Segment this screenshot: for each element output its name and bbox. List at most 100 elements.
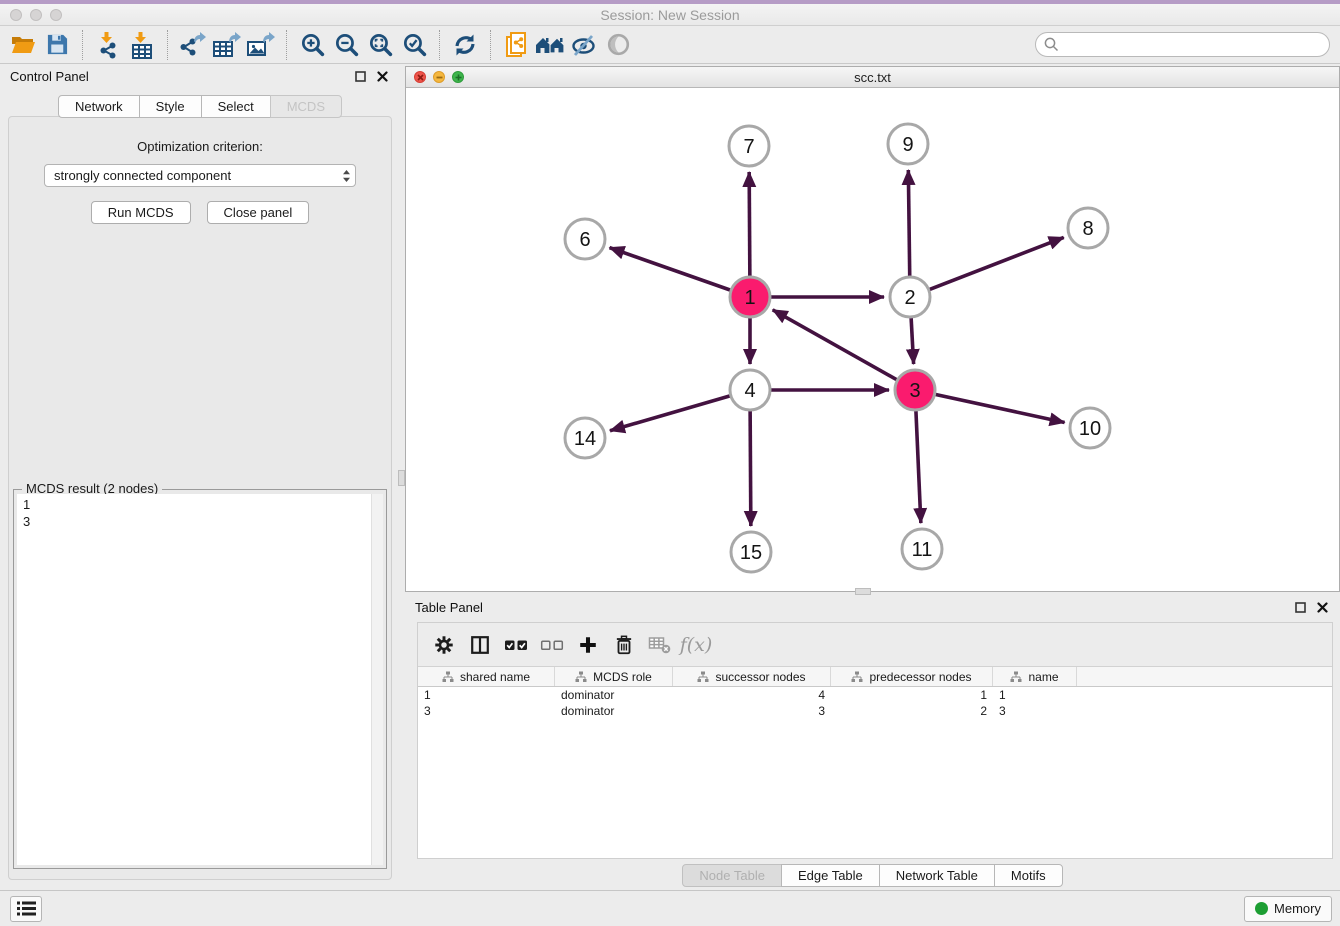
tab-network[interactable]: Network	[58, 95, 140, 118]
save-session-icon[interactable]	[40, 29, 74, 61]
node-3[interactable]: 3	[895, 370, 935, 410]
table-close-panel-icon[interactable]	[1314, 599, 1330, 615]
toggle-column-display-icon[interactable]	[464, 629, 496, 661]
clone-network-icon[interactable]	[499, 29, 533, 61]
column-header-predecessor-nodes[interactable]: predecessor nodes	[831, 667, 993, 686]
table-float-panel-icon[interactable]	[1292, 599, 1308, 615]
network-view-window: scc.txt 1 2 3 4 6 7 8 9 10 11 14 15	[405, 66, 1340, 592]
add-row-icon[interactable]	[572, 629, 604, 661]
close-panel-button[interactable]: Close panel	[207, 201, 310, 224]
tab-mcds[interactable]: MCDS	[270, 95, 342, 118]
export-table-icon[interactable]	[210, 29, 244, 61]
select-spinner-icon	[342, 169, 351, 183]
result-scrollbar[interactable]	[371, 494, 383, 865]
table-settings-gear-icon[interactable]	[428, 629, 460, 661]
control-panel-title: Control Panel	[10, 69, 89, 84]
zoom-in-icon[interactable]	[295, 29, 329, 61]
network-close-icon[interactable]	[414, 71, 426, 83]
mcds-result-text[interactable]: 1 3	[17, 494, 383, 865]
deselect-all-check-icon[interactable]	[536, 629, 568, 661]
show-all-icon[interactable]	[601, 29, 635, 61]
edge-3-11[interactable]	[916, 410, 921, 523]
edge-1-6[interactable]	[610, 248, 732, 291]
tab-motifs[interactable]: Motifs	[994, 864, 1063, 887]
zoom-fit-icon[interactable]	[363, 29, 397, 61]
hide-selected-icon[interactable]	[567, 29, 601, 61]
table-cell[interactable]: 1	[993, 687, 1077, 703]
network-view-titlebar[interactable]: scc.txt	[406, 67, 1339, 88]
node-7[interactable]: 7	[729, 126, 769, 166]
edge-3-1[interactable]	[773, 310, 898, 380]
traffic-lights[interactable]	[10, 9, 62, 21]
node-9[interactable]: 9	[888, 124, 928, 164]
column-header-name[interactable]: name	[993, 667, 1077, 686]
node-15[interactable]: 15	[731, 532, 771, 572]
table-cell[interactable]: dominator	[555, 687, 673, 703]
network-maximize-icon[interactable]	[452, 71, 464, 83]
tab-edge-table[interactable]: Edge Table	[781, 864, 880, 887]
node-1[interactable]: 1	[730, 277, 770, 317]
network-canvas[interactable]: 1 2 3 4 6 7 8 9 10 11 14 15	[406, 88, 1339, 591]
maximize-window-icon[interactable]	[50, 9, 62, 21]
table-cell[interactable]: 3	[418, 703, 555, 719]
table-cell[interactable]: 1	[418, 687, 555, 703]
first-neighbors-icon[interactable]	[533, 29, 567, 61]
edge-2-9[interactable]	[908, 170, 909, 277]
export-network-icon[interactable]	[176, 29, 210, 61]
edge-4-14[interactable]	[610, 396, 731, 431]
function-builder-icon[interactable]: f(x)	[680, 629, 712, 661]
export-image-icon[interactable]	[244, 29, 278, 61]
node-14[interactable]: 14	[565, 418, 605, 458]
close-panel-icon[interactable]	[374, 68, 390, 84]
zoom-selected-icon[interactable]	[397, 29, 431, 61]
node-2[interactable]: 2	[890, 277, 930, 317]
edge-4-15[interactable]	[750, 410, 751, 526]
tab-select[interactable]: Select	[201, 95, 271, 118]
table-cell[interactable]: 4	[673, 687, 831, 703]
memory-button[interactable]: Memory	[1244, 896, 1332, 922]
svg-text:15: 15	[740, 542, 762, 564]
float-panel-icon[interactable]	[352, 68, 368, 84]
tab-node-table[interactable]: Node Table	[682, 864, 782, 887]
show-task-history-button[interactable]	[10, 896, 42, 922]
panel-splitter-vertical[interactable]	[398, 470, 405, 486]
node-4[interactable]: 4	[730, 370, 770, 410]
minimize-window-icon[interactable]	[30, 9, 42, 21]
node-11[interactable]: 11	[902, 529, 942, 569]
import-network-icon[interactable]	[91, 29, 125, 61]
select-all-check-icon[interactable]	[500, 629, 532, 661]
table-panel: Table Panel	[405, 595, 1340, 888]
edge-2-3[interactable]	[911, 317, 914, 364]
table-cell[interactable]: 1	[831, 687, 993, 703]
node-6[interactable]: 6	[565, 219, 605, 259]
close-window-icon[interactable]	[10, 9, 22, 21]
import-table-icon[interactable]	[125, 29, 159, 61]
tab-style[interactable]: Style	[139, 95, 202, 118]
search-input[interactable]	[1063, 35, 1329, 55]
svg-text:2: 2	[904, 287, 915, 309]
mcds-result-groupbox: MCDS result (2 nodes) 1 3	[13, 489, 387, 869]
tab-network-table[interactable]: Network Table	[879, 864, 995, 887]
delete-table-icon[interactable]	[644, 629, 676, 661]
column-header-shared-name[interactable]: shared name	[418, 667, 555, 686]
table-cell[interactable]: dominator	[555, 703, 673, 719]
zoom-out-icon[interactable]	[329, 29, 363, 61]
table-row: 1dominator411	[418, 687, 1332, 703]
table-cell[interactable]: 3	[673, 703, 831, 719]
edge-2-8[interactable]	[929, 237, 1064, 289]
delete-row-trash-icon[interactable]	[608, 629, 640, 661]
panel-splitter-horizontal[interactable]	[855, 588, 871, 595]
edge-1-7[interactable]	[749, 172, 750, 277]
node-10[interactable]: 10	[1070, 408, 1110, 448]
run-mcds-button[interactable]: Run MCDS	[91, 201, 191, 224]
node-8[interactable]: 8	[1068, 208, 1108, 248]
apply-layout-icon[interactable]	[448, 29, 482, 61]
edge-3-10[interactable]	[935, 394, 1065, 422]
column-header-successor-nodes[interactable]: successor nodes	[673, 667, 831, 686]
column-header-MCDS-role[interactable]: MCDS role	[555, 667, 673, 686]
network-minimize-icon[interactable]	[433, 71, 445, 83]
table-cell[interactable]: 3	[993, 703, 1077, 719]
optimization-criterion-select[interactable]: strongly connected component	[44, 164, 356, 187]
open-file-icon[interactable]	[6, 29, 40, 61]
table-cell[interactable]: 2	[831, 703, 993, 719]
